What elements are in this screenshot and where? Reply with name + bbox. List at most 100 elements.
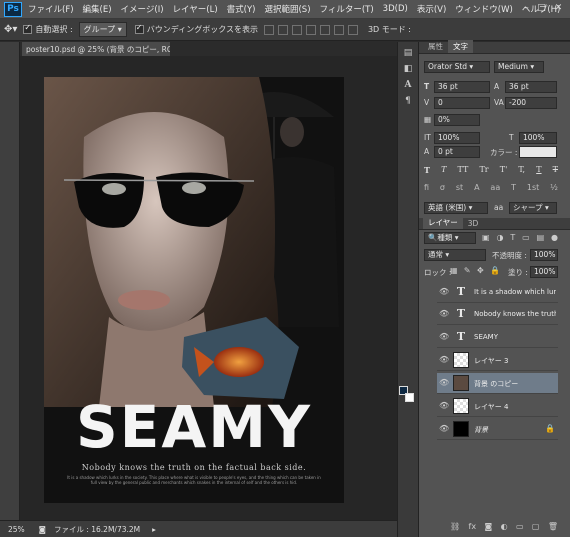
- fx-icon[interactable]: fx: [469, 522, 477, 532]
- lock-all-icon[interactable]: 🔒: [490, 266, 500, 276]
- layer-row[interactable]: 👁 レイヤー 4: [437, 396, 558, 417]
- lock-move-icon[interactable]: ✥: [477, 266, 484, 276]
- close-icon[interactable]: ✕: [552, 3, 565, 15]
- history-icon[interactable]: ▤: [402, 48, 414, 58]
- character-icon[interactable]: A: [402, 80, 414, 90]
- align-left-icon[interactable]: [305, 24, 316, 35]
- maximize-icon[interactable]: □: [535, 3, 548, 15]
- menu-file[interactable]: ファイル(F): [28, 3, 74, 15]
- baseline-field[interactable]: 0 pt: [434, 146, 480, 158]
- ordinal-icon[interactable]: T: [511, 183, 516, 193]
- align-top-icon[interactable]: [263, 24, 274, 35]
- font-style-select[interactable]: Medium ▾: [494, 61, 544, 73]
- bounding-box-checkbox[interactable]: [134, 23, 144, 34]
- trash-icon[interactable]: 🗑: [548, 522, 558, 532]
- menu-edit[interactable]: 編集(E): [83, 3, 112, 15]
- small-caps-button[interactable]: Tr: [479, 165, 488, 177]
- titling-icon[interactable]: aa: [490, 183, 500, 193]
- oldstyle-icon[interactable]: σ: [440, 183, 445, 193]
- filter-toggle-icon[interactable]: ●: [551, 233, 558, 243]
- link-icon[interactable]: ⛓: [450, 522, 460, 532]
- superscript-button[interactable]: T': [500, 165, 508, 177]
- alternates-icon[interactable]: A: [474, 183, 479, 193]
- font-size-field[interactable]: 36 pt: [434, 81, 490, 93]
- layer-filter-select[interactable]: 🔍種類 ▾: [424, 232, 476, 244]
- tab-properties[interactable]: 属性: [423, 40, 448, 53]
- tab-character[interactable]: 文字: [448, 40, 473, 53]
- layer-row[interactable]: 👁 背景 🔒: [437, 419, 558, 440]
- opacity-field[interactable]: 100%: [530, 249, 558, 261]
- group-icon[interactable]: ▭: [516, 522, 524, 532]
- align-right-icon[interactable]: [333, 24, 344, 35]
- zoom-level[interactable]: 25%: [8, 525, 25, 534]
- swash-icon[interactable]: st: [456, 183, 463, 193]
- menu-layer[interactable]: レイヤー(L): [173, 3, 218, 15]
- eye-icon[interactable]: 👁: [439, 356, 449, 364]
- menu-filter[interactable]: フィルター(T): [320, 3, 374, 15]
- align-bottom-icon[interactable]: [291, 24, 302, 35]
- menu-window[interactable]: ウィンドウ(W): [455, 3, 513, 15]
- strikethrough-button[interactable]: T: [553, 165, 558, 177]
- faux-bold-button[interactable]: T: [424, 165, 430, 177]
- font-family-select[interactable]: Orator Std ▾: [424, 61, 490, 73]
- fractions-icon[interactable]: 1st: [527, 183, 539, 193]
- tab-layers[interactable]: レイヤー: [423, 216, 463, 229]
- language-select[interactable]: 英語 (米国) ▾: [424, 202, 488, 214]
- color-swatch[interactable]: [519, 146, 557, 158]
- filter-pixel-icon[interactable]: ▣: [482, 233, 490, 243]
- align-center-icon[interactable]: [319, 24, 330, 35]
- menu-image[interactable]: イメージ(I): [121, 3, 164, 15]
- eye-icon[interactable]: 👁: [439, 425, 449, 433]
- eye-icon[interactable]: 👁: [439, 310, 449, 318]
- underline-button[interactable]: T: [536, 165, 541, 177]
- subscript-button[interactable]: T,: [518, 165, 525, 177]
- layer-row[interactable]: 👁 レイヤー 3: [437, 350, 558, 371]
- minimize-icon[interactable]: –: [520, 3, 533, 15]
- background-color-swatch[interactable]: [405, 393, 414, 402]
- antialias-select[interactable]: シャープ ▾: [509, 202, 557, 214]
- eye-icon[interactable]: 👁: [439, 333, 449, 341]
- blend-mode-select[interactable]: 通常 ▾: [424, 249, 486, 261]
- properties-icon[interactable]: ◧: [402, 64, 414, 74]
- eye-icon[interactable]: 👁: [439, 379, 449, 387]
- ligature-icon[interactable]: fi: [424, 183, 429, 193]
- layer-row[interactable]: 👁 T SEAMY: [437, 327, 558, 348]
- leading-field[interactable]: 36 pt: [505, 81, 557, 93]
- filter-adjust-icon[interactable]: ◑: [496, 233, 503, 243]
- paragraph-icon[interactable]: ¶: [402, 96, 414, 106]
- auto-select-dropdown[interactable]: グループ ▾: [78, 22, 127, 37]
- filter-type-icon[interactable]: T: [510, 233, 515, 243]
- kerning-field[interactable]: 0: [434, 97, 490, 109]
- all-caps-button[interactable]: TT: [458, 165, 469, 177]
- status-arrow-icon[interactable]: ▸: [152, 525, 156, 534]
- faux-italic-button[interactable]: T: [441, 165, 446, 177]
- new-layer-icon[interactable]: ▢: [532, 522, 540, 532]
- layer-row[interactable]: 👁 T It is a shadow which lurks...: [437, 282, 558, 303]
- filter-smart-icon[interactable]: ▤: [537, 233, 545, 243]
- layer-row[interactable]: 👁 T Nobody knows the truth ...: [437, 304, 558, 325]
- align-middle-icon[interactable]: [277, 24, 288, 35]
- tracking-field[interactable]: -200: [505, 97, 557, 109]
- layer-row-selected[interactable]: 👁 背景 のコピー: [437, 373, 558, 394]
- lock-transparent-icon[interactable]: ▦: [450, 266, 458, 276]
- vertical-scale-field[interactable]: 100%: [434, 132, 480, 144]
- menu-select[interactable]: 選択範囲(S): [264, 3, 310, 15]
- document-tab[interactable]: poster10.psd @ 25% (背景 のコピー, RGB/8) *: [22, 42, 170, 56]
- eye-icon[interactable]: 👁: [439, 288, 449, 296]
- menu-view[interactable]: 表示(V): [417, 3, 446, 15]
- menu-3d[interactable]: 3D(D): [383, 4, 408, 14]
- tab-3d[interactable]: 3D: [463, 218, 484, 229]
- menu-type[interactable]: 書式(Y): [227, 3, 256, 15]
- status-icon[interactable]: ◙: [39, 525, 46, 534]
- eye-icon[interactable]: 👁: [439, 402, 449, 410]
- move-tool-icon[interactable]: ✥▾: [4, 24, 17, 35]
- filter-shape-icon[interactable]: ▭: [522, 233, 530, 243]
- lock-brush-icon[interactable]: ✎: [464, 266, 471, 276]
- auto-select-checkbox[interactable]: [23, 23, 33, 34]
- half-icon[interactable]: ½: [550, 183, 558, 193]
- mask-icon[interactable]: ◙: [484, 522, 492, 532]
- tsume-field[interactable]: 0%: [434, 114, 480, 126]
- fill-field[interactable]: 100%: [530, 266, 558, 278]
- horizontal-scale-field[interactable]: 100%: [519, 132, 557, 144]
- adjustment-icon[interactable]: ◐: [501, 522, 508, 532]
